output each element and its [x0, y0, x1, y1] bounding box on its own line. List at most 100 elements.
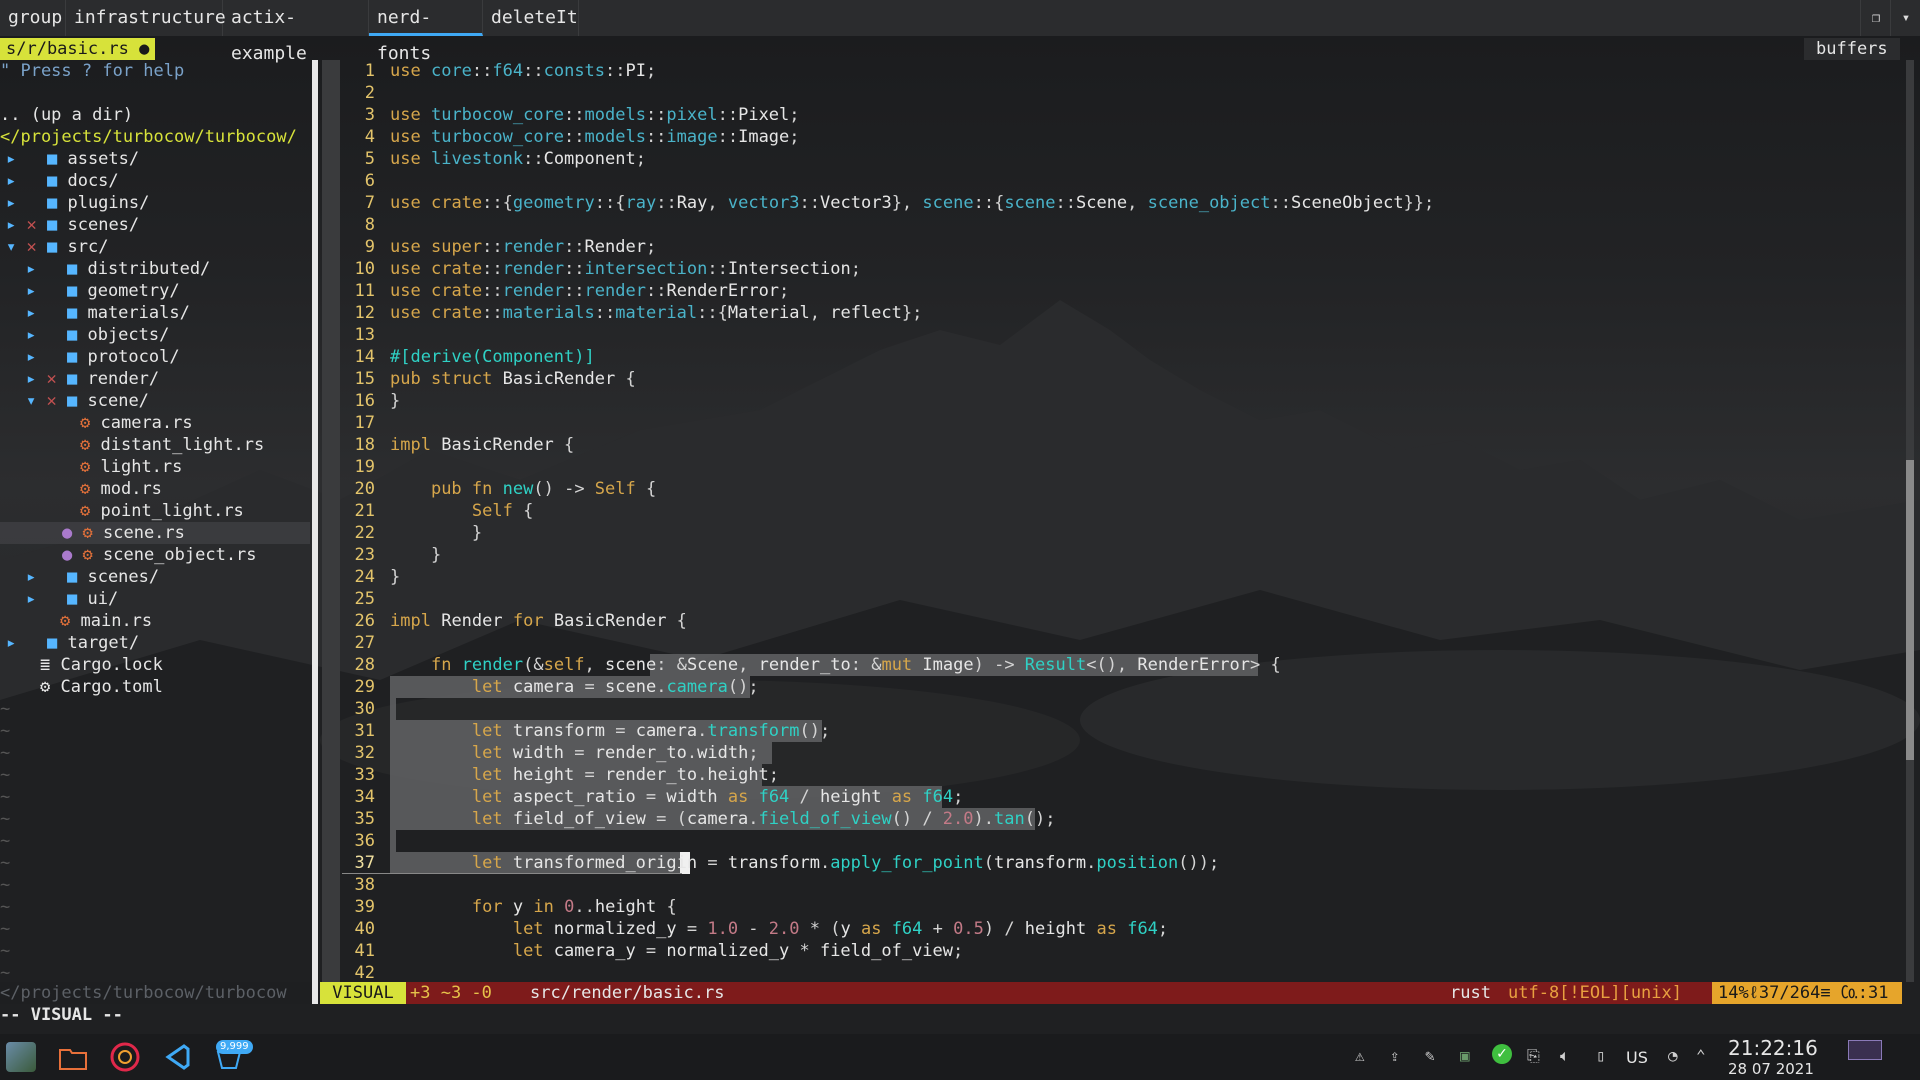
tree-item[interactable]: ▸ ■ target/: [6, 632, 139, 654]
line-number: 17: [354, 413, 375, 433]
vscode-icon[interactable]: [162, 1042, 192, 1072]
tree-up-dir[interactable]: .. (up a dir): [0, 104, 133, 126]
code-line[interactable]: let camera_y = normalized_y * field_of_v…: [390, 940, 963, 962]
desktop-icon[interactable]: [6, 1042, 36, 1072]
code-line[interactable]: use turbocow_core::models::pixel::Pixel;: [390, 104, 800, 126]
code-line[interactable]: use core::f64::consts::PI;: [390, 60, 656, 82]
scrollbar-thumb[interactable]: [1906, 460, 1914, 760]
code-line[interactable]: use super::render::Render;: [390, 236, 656, 258]
code-line[interactable]: let aspect_ratio = width as f64 / height…: [390, 786, 964, 808]
code-line[interactable]: }: [390, 522, 482, 544]
code-line[interactable]: let field_of_view = (camera.field_of_vie…: [390, 808, 1056, 830]
code-line[interactable]: }: [390, 544, 441, 566]
code-line[interactable]: use crate::materials::material::{Materia…: [390, 302, 922, 324]
tab-nerd-fonts[interactable]: nerd-fonts: [369, 0, 483, 64]
status-filename: src/render/basic.rs: [530, 983, 725, 1003]
code-line[interactable]: }: [390, 566, 400, 588]
code-line[interactable]: Self {: [390, 500, 533, 522]
clock-date[interactable]: 28 07 2021: [1728, 1060, 1814, 1078]
code-line[interactable]: let width = render_to.width;: [390, 742, 759, 764]
code-line[interactable]: impl Render for BasicRender {: [390, 610, 687, 632]
code-line[interactable]: }: [390, 390, 400, 412]
clipboard-icon[interactable]: ⎘: [1527, 1046, 1540, 1066]
tree-item[interactable]: ▾ ✕ ■ scene/: [26, 390, 149, 412]
code-line[interactable]: use livestonk::Component;: [390, 148, 646, 170]
tree-item[interactable]: ● ⚙ scene_object.rs: [62, 544, 257, 566]
code-line[interactable]: use crate::render::intersection::Interse…: [390, 258, 861, 280]
new-tab-icon[interactable]: ❐: [1860, 0, 1891, 36]
tab-deleteit[interactable]: deleteIt: [483, 0, 579, 36]
code-line[interactable]: for y in 0..height {: [390, 896, 677, 918]
tab-actix-example[interactable]: actix-example: [223, 0, 369, 64]
tab-group[interactable]: group: [0, 0, 66, 36]
code-line[interactable]: pub fn new() -> Self {: [390, 478, 656, 500]
tree-item[interactable]: ⚙ main.rs: [60, 610, 152, 632]
code-line[interactable]: let transformed_origin = transform.apply…: [390, 852, 1219, 874]
tree-item[interactable]: ▸ ■ plugins/: [6, 192, 149, 214]
clock-time[interactable]: 21:22:16: [1728, 1036, 1818, 1060]
tilde: ~: [0, 919, 11, 939]
tree-header: s/r/basic.rs ●: [0, 38, 156, 60]
alert-icon[interactable]: ⚠: [1355, 1046, 1365, 1065]
tilde: ~: [0, 875, 11, 895]
tree-header-label: s/r/basic.rs: [6, 39, 129, 59]
code-line[interactable]: let transform = camera.transform();: [390, 720, 830, 742]
buffers-label[interactable]: buffers: [1804, 38, 1900, 60]
line-number: 21: [354, 501, 375, 521]
line-number: 30: [354, 699, 375, 719]
mode-indicator: VISUAL: [320, 982, 406, 1004]
wifi-icon[interactable]: ◔: [1668, 1046, 1678, 1065]
brush-icon[interactable]: ✎: [1425, 1046, 1435, 1065]
tree-item[interactable]: ▸ ■ materials/: [26, 302, 190, 324]
line-number: 36: [354, 831, 375, 851]
tree-item[interactable]: ▸ ■ distributed/: [26, 258, 210, 280]
battery-icon[interactable]: ▯: [1596, 1046, 1606, 1065]
tree-item[interactable]: ⚙ distant_light.rs: [80, 434, 264, 456]
code-line[interactable]: let camera = scene.camera();: [390, 676, 759, 698]
screenshot-icon[interactable]: ▣: [1460, 1046, 1470, 1065]
code-line[interactable]: let height = render_to.height;: [390, 764, 779, 786]
workspace-preview[interactable]: [1848, 1040, 1882, 1060]
tree-root[interactable]: </projects/turbocow/turbocow/: [0, 126, 297, 148]
code-line[interactable]: use crate::render::render::RenderError;: [390, 280, 789, 302]
firefox-icon[interactable]: [110, 1042, 140, 1072]
code-line[interactable]: use turbocow_core::models::image::Image;: [390, 126, 800, 148]
tab-infrastructure[interactable]: infrastructure: [66, 0, 226, 36]
tree-item[interactable]: ⚙ camera.rs: [80, 412, 193, 434]
code-line[interactable]: impl BasicRender {: [390, 434, 574, 456]
code-line[interactable]: use crate::{geometry::{ray::Ray, vector3…: [390, 192, 1434, 214]
tree-item[interactable]: ⚙ light.rs: [80, 456, 182, 478]
volume-icon[interactable]: 🔈︎: [1560, 1046, 1570, 1066]
tree-item[interactable]: ▸ ■ geometry/: [26, 280, 180, 302]
folder-icon[interactable]: [58, 1042, 88, 1072]
tree-item[interactable]: ▸ ■ scenes/: [26, 566, 159, 588]
status-position: 14%ℓ37/264≡ ㏇:31: [1712, 982, 1902, 1004]
code-line[interactable]: let normalized_y = 1.0 - 2.0 * (y as f64…: [390, 918, 1168, 940]
tree-item[interactable]: ▸ ■ protocol/: [26, 346, 180, 368]
tree-item[interactable]: ▸ ■ docs/: [6, 170, 119, 192]
tree-item[interactable]: ▸ ■ ui/: [26, 588, 118, 610]
tree-item[interactable]: ⚙ mod.rs: [80, 478, 162, 500]
tree-item[interactable]: ⚙ point_light.rs: [80, 500, 244, 522]
line-number: 27: [354, 633, 375, 653]
code-line[interactable]: pub struct BasicRender {: [390, 368, 636, 390]
line-number: 38: [354, 875, 375, 895]
tilde: ~: [0, 699, 11, 719]
line-number: 1: [364, 61, 375, 81]
tree-item[interactable]: ▸ ■ objects/: [26, 324, 169, 346]
tree-item[interactable]: ▾ ✕ ■ src/: [6, 236, 108, 258]
tree-item[interactable]: ▸ ■ assets/: [6, 148, 139, 170]
window-separator[interactable]: [312, 60, 318, 1004]
tree-item[interactable]: ▸ ✕ ■ scenes/: [6, 214, 139, 236]
keyboard-layout[interactable]: US: [1626, 1048, 1648, 1067]
check-icon[interactable]: ✓: [1492, 1044, 1512, 1064]
chevron-down-icon[interactable]: ▾: [1890, 0, 1920, 36]
chevron-up-icon[interactable]: ⌃: [1696, 1046, 1706, 1065]
code-line[interactable]: #[derive(Component)]: [390, 346, 595, 368]
tree-item[interactable]: ≣ Cargo.lock: [40, 654, 163, 676]
code-line[interactable]: fn render(&self, scene: &Scene, render_t…: [390, 654, 1281, 676]
tree-item[interactable]: ▸ ✕ ■ render/: [26, 368, 159, 390]
tree-item[interactable]: ⚙ Cargo.toml: [40, 676, 163, 698]
upload-icon[interactable]: ⇪: [1390, 1046, 1400, 1065]
tree-item-current[interactable]: ● ⚙ scene.rs: [0, 522, 310, 544]
